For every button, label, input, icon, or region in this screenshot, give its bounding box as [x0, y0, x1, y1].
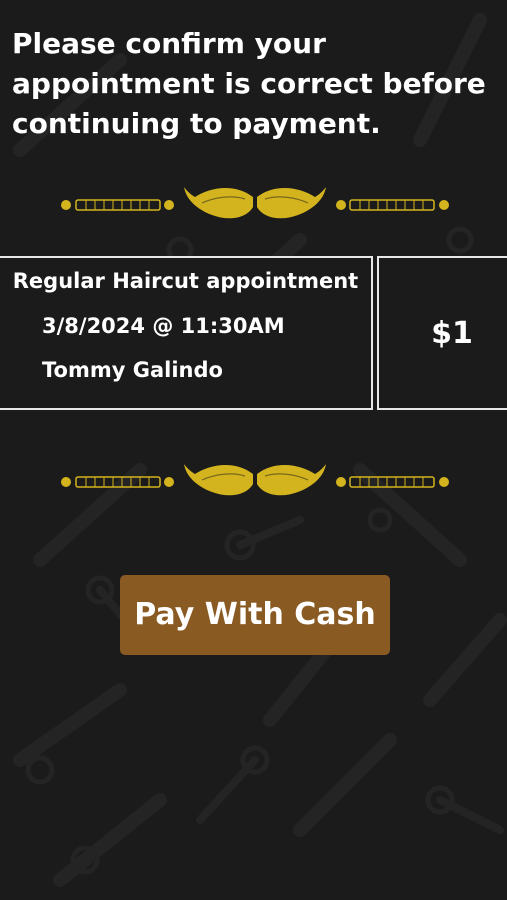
barber-name: Tommy Galindo — [42, 358, 223, 382]
service-name: Regular Haircut appointment — [12, 269, 359, 293]
pay-with-cash-button[interactable]: Pay With Cash — [120, 575, 390, 655]
appointment-price: $1 — [431, 316, 473, 351]
appointment-datetime: 3/8/2024 @ 11:30AM — [42, 314, 285, 338]
appointment-details-card: Regular Haircut appointment 3/8/2024 @ 1… — [0, 256, 373, 410]
mustache-divider-icon — [61, 187, 449, 219]
mustache-divider-icon — [61, 464, 449, 496]
price-card: $1 — [377, 256, 507, 410]
confirmation-message: Please confirm your appointment is corre… — [12, 27, 486, 140]
